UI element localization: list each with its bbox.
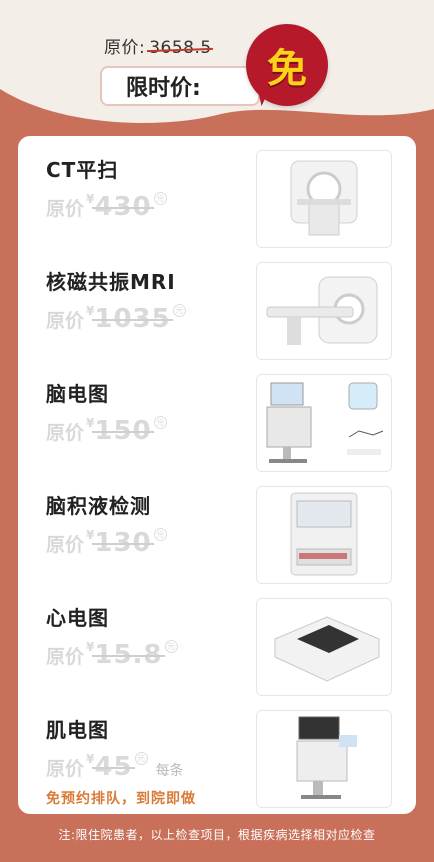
unit-symbol: 元 (153, 528, 167, 541)
list-item[interactable]: 脑积液检测 原价 ¥130 元 (18, 472, 416, 584)
item-original-price: 原价 ¥130 元 (46, 528, 167, 558)
price-value: 430 (94, 192, 152, 222)
item-name: 脑积液检测 (46, 494, 151, 518)
item-name: CT平扫 (46, 158, 119, 182)
price-value: 45 (94, 752, 133, 782)
item-original-price: 原价 ¥150 元 (46, 416, 167, 446)
limited-price-label: 限时价: (126, 76, 201, 101)
list-item[interactable]: 核磁共振MRI 原价 ¥1035 元 (18, 248, 416, 360)
unit-symbol: 元 (164, 640, 178, 653)
unit-symbol: 元 (153, 192, 167, 205)
items-card: CT平扫 原价 ¥430 元 核磁共振MRI 原价 ¥1035 元 脑电图 原价… (18, 136, 416, 814)
promo-note: 免预约排队，到院即做 (46, 791, 196, 807)
original-total-value: 3658.5 (149, 38, 212, 58)
price-label: 原价 (46, 534, 85, 556)
ecg-machine-icon (256, 598, 392, 696)
mri-machine-icon (256, 262, 392, 360)
per-unit: 每条 (155, 763, 184, 779)
item-original-price: 原价 ¥430 元 (46, 192, 167, 222)
item-name: 脑电图 (46, 382, 109, 406)
header-area: 原价: 3658.5 限时价: 免 (0, 0, 434, 129)
price-value: 1035 (94, 304, 171, 334)
item-original-price: 原价 ¥15.8 元 (46, 640, 178, 670)
emg-machine-icon (256, 710, 392, 808)
item-original-price: 原价 ¥1035 元 (46, 304, 186, 334)
eeg-machine-icon (256, 374, 392, 472)
unit-symbol: 元 (153, 416, 167, 429)
original-total-price: 原价: 3658.5 (104, 33, 212, 58)
price-value: 130 (94, 528, 152, 558)
original-total-label: 原价: (104, 38, 146, 58)
list-item[interactable]: 脑电图 原价 ¥150 元 (18, 360, 416, 472)
list-item[interactable]: 肌电图 原价 ¥45 元每条 免预约排队，到院即做 (18, 696, 416, 808)
item-name: 心电图 (46, 606, 109, 630)
item-name: 核磁共振MRI (46, 270, 176, 294)
limited-price-box: 限时价: (100, 66, 260, 106)
list-item[interactable]: CT平扫 原价 ¥430 元 (18, 136, 416, 248)
free-badge-text: 免 (267, 46, 307, 92)
csf-analyzer-icon (256, 486, 392, 584)
price-label: 原价 (46, 198, 85, 220)
ct-scanner-icon (256, 150, 392, 248)
unit-symbol: 元 (134, 752, 148, 765)
price-label: 原价 (46, 422, 85, 444)
item-original-price: 原价 ¥45 元每条 (46, 752, 184, 782)
price-value: 150 (94, 416, 152, 446)
footer-note: 注:限住院患者，以上检查项目，根据疾病选择相对应检查 (58, 828, 376, 842)
unit-symbol: 元 (172, 304, 186, 317)
price-value: 15.8 (94, 640, 163, 670)
free-badge: 免 (246, 24, 328, 107)
item-name: 肌电图 (46, 718, 109, 742)
list-item[interactable]: 心电图 原价 ¥15.8 元 (18, 584, 416, 696)
price-label: 原价 (46, 758, 85, 780)
price-label: 原价 (46, 646, 85, 668)
price-label: 原价 (46, 310, 85, 332)
